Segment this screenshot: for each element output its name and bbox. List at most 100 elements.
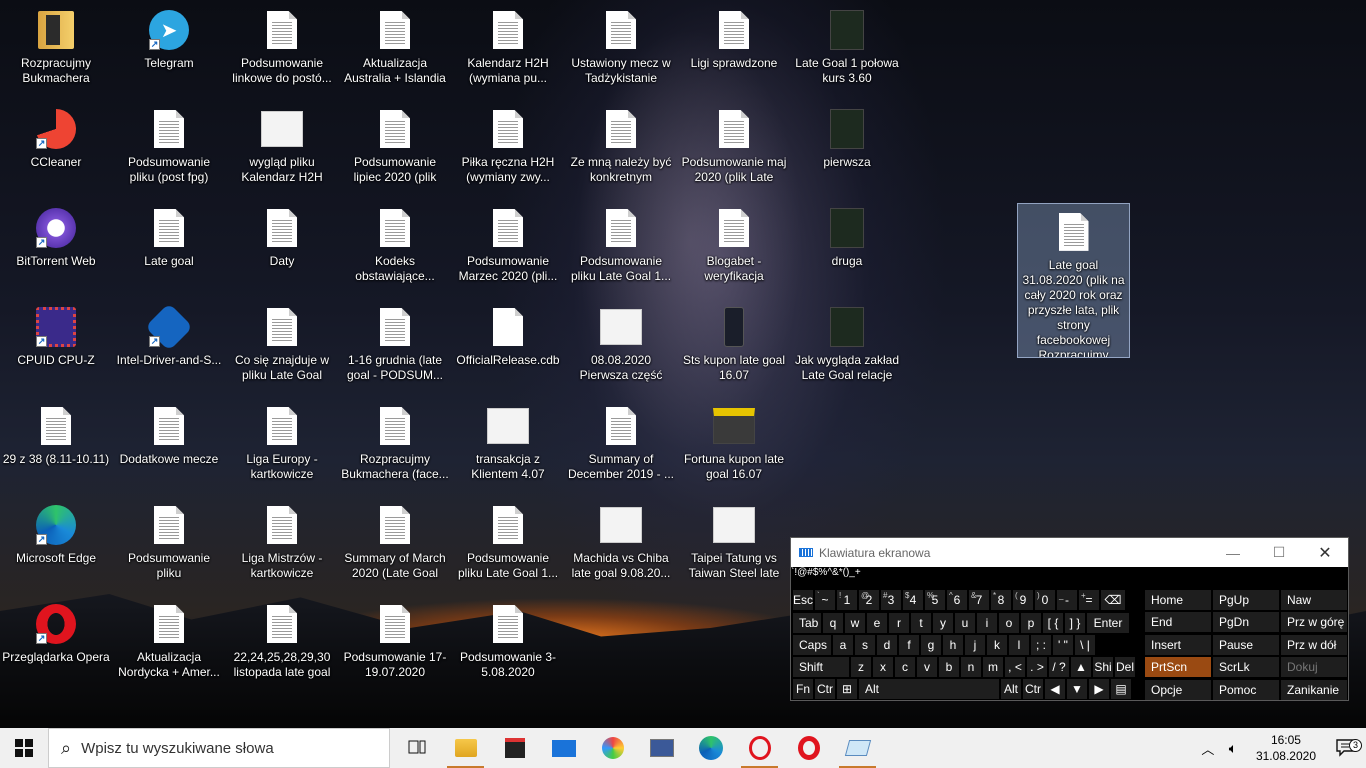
- desktop-icon[interactable]: Podsumowanie lipiec 2020 (plik La...: [340, 101, 450, 197]
- osk-key[interactable]: p: [1021, 613, 1041, 633]
- osk-key[interactable]: Enter: [1087, 613, 1129, 633]
- desktop-icon[interactable]: Ustawiony mecz w Tadżykistanie: [566, 2, 676, 98]
- osk-nav-key[interactable]: Dokuj: [1281, 657, 1347, 678]
- osk-nav-key[interactable]: Prz w dół: [1281, 634, 1347, 655]
- osk-key[interactable]: f: [899, 635, 919, 655]
- osk-key[interactable]: l: [1009, 635, 1029, 655]
- desktop-icon[interactable]: Ligi sprawdzone: [679, 2, 789, 98]
- desktop-icon[interactable]: 1-16 grudnia (late goal - PODSUM...: [340, 299, 450, 395]
- osk-key[interactable]: o: [999, 613, 1019, 633]
- osk-key[interactable]: 6 ^: [947, 590, 967, 610]
- osk-nav-key[interactable]: Pomoc: [1213, 679, 1279, 700]
- osk-key[interactable]: Tab: [793, 613, 821, 633]
- osk-key[interactable]: u: [955, 613, 975, 633]
- desktop-icon[interactable]: ↗ CPUID CPU-Z: [1, 299, 111, 395]
- osk-key[interactable]: Alt: [1001, 679, 1021, 699]
- desktop-icon[interactable]: Aktualizacja Australia + Islandia: [340, 2, 450, 98]
- desktop-icon[interactable]: Blogabet - weryfikacja: [679, 200, 789, 296]
- desktop-icon[interactable]: 29 z 38 (8.11-10.11): [1, 398, 111, 494]
- osk-key[interactable]: 8 *: [991, 590, 1011, 610]
- minimize-button[interactable]: —: [1210, 538, 1256, 567]
- osk-key[interactable]: Shi: [1093, 657, 1113, 677]
- desktop-icon[interactable]: Summary of December 2019 - ...: [566, 398, 676, 494]
- osk-key[interactable]: Del: [1115, 657, 1135, 677]
- osk-nav-key[interactable]: Home: [1145, 590, 1211, 610]
- osk-key[interactable]: v: [917, 657, 937, 677]
- taskbar-opera-gx-button[interactable]: [735, 728, 784, 768]
- osk-nav-key[interactable]: PgUp: [1213, 590, 1279, 610]
- osk-nav-key[interactable]: Naw: [1281, 590, 1347, 610]
- osk-key[interactable]: 7 &: [969, 590, 989, 610]
- osk-key[interactable]: = +: [1079, 590, 1099, 610]
- osk-key[interactable]: ◀: [1045, 679, 1065, 699]
- desktop-icon[interactable]: Podsumowanie linkowe do postó...: [227, 2, 337, 98]
- osk-key[interactable]: Fn: [793, 679, 813, 699]
- desktop-icon[interactable]: Aktualizacja Nordycka + Amer...: [114, 596, 224, 692]
- taskbar-task-view-button[interactable]: [392, 728, 441, 768]
- taskbar-osk-button[interactable]: [833, 728, 882, 768]
- speaker-icon[interactable]: 🔈︎: [1220, 740, 1246, 757]
- osk-key[interactable]: 2 @: [859, 590, 879, 610]
- osk-key[interactable]: 9(: [1013, 590, 1033, 610]
- osk-key[interactable]: \ |: [1075, 635, 1095, 655]
- desktop-icon[interactable]: Summary of March 2020 (Late Goal fil...: [340, 497, 450, 593]
- osk-key[interactable]: ▲: [1071, 657, 1091, 677]
- osk-key[interactable]: Caps: [793, 635, 831, 655]
- osk-key[interactable]: a: [833, 635, 853, 655]
- osk-key[interactable]: i: [977, 613, 997, 633]
- on-screen-keyboard-window[interactable]: Klawiatura ekranowa — ☐ ✕ `! @ # $% ^ & * () _ + E…: [790, 537, 1349, 701]
- osk-key[interactable]: - _: [1057, 590, 1077, 610]
- osk-key[interactable]: q: [823, 613, 843, 633]
- osk-key[interactable]: 5%: [925, 590, 945, 610]
- chevron-up-icon[interactable]: ︿: [1196, 739, 1220, 758]
- osk-key[interactable]: x: [873, 657, 893, 677]
- osk-key[interactable]: Ctr: [1023, 679, 1043, 699]
- osk-key[interactable]: 3 #: [881, 590, 901, 610]
- osk-key[interactable]: b: [939, 657, 959, 677]
- desktop-icon[interactable]: 08.08.2020 Pierwsza część dnia (Late ...: [566, 299, 676, 395]
- osk-key[interactable]: ' ": [1053, 635, 1073, 655]
- desktop-icon[interactable]: Podsumowanie maj 2020 (plik Late Go...: [679, 101, 789, 197]
- osk-key[interactable]: j: [965, 635, 985, 655]
- desktop-icon[interactable]: Podsumowanie pliku: [114, 497, 224, 593]
- taskbar-edge-button[interactable]: [686, 728, 735, 768]
- maximize-button[interactable]: ☐: [1256, 538, 1302, 567]
- taskbar-file-explorer-button[interactable]: [441, 728, 490, 768]
- osk-key[interactable]: k: [987, 635, 1007, 655]
- osk-key[interactable]: r: [889, 613, 909, 633]
- osk-key[interactable]: Esc: [793, 590, 813, 610]
- desktop-icon[interactable]: druga: [792, 200, 902, 296]
- osk-nav-key[interactable]: Prz w górę: [1281, 612, 1347, 633]
- osk-key[interactable]: ] }: [1065, 613, 1085, 633]
- osk-key[interactable]: [ {: [1043, 613, 1063, 633]
- desktop-icon[interactable]: Jak wygląda zakład Late Goal relacje: [792, 299, 902, 395]
- search-box[interactable]: ⌕ Wpisz tu wyszukiwane słowa: [48, 728, 390, 768]
- taskbar-app-button[interactable]: [637, 728, 686, 768]
- desktop-icon[interactable]: Podsumowanie pliku (post fpg): [114, 101, 224, 197]
- desktop-icon[interactable]: Piłka ręczna H2H (wymiany zwy...: [453, 101, 563, 197]
- taskbar-mail-button[interactable]: [539, 728, 588, 768]
- osk-key[interactable]: m: [983, 657, 1003, 677]
- osk-key[interactable]: ⊞: [837, 679, 857, 699]
- osk-key[interactable]: d: [877, 635, 897, 655]
- desktop-icon[interactable]: Podsumowanie Marzec 2020 (pli...: [453, 200, 563, 296]
- desktop-icon[interactable]: ↗ Intel-Driver-and-S...: [114, 299, 224, 395]
- osk-key[interactable]: ▤: [1111, 679, 1131, 699]
- osk-nav-key[interactable]: End: [1145, 612, 1211, 633]
- osk-titlebar[interactable]: Klawiatura ekranowa — ☐ ✕: [791, 538, 1348, 567]
- desktop-icon[interactable]: Dodatkowe mecze: [114, 398, 224, 494]
- osk-key[interactable]: g: [921, 635, 941, 655]
- desktop-icon[interactable]: Podsumowanie pliku Late Goal 1...: [453, 497, 563, 593]
- desktop-icon[interactable]: Late Goal 1 połowa kurs 3.60: [792, 2, 902, 98]
- osk-key[interactable]: 0): [1035, 590, 1055, 610]
- close-button[interactable]: ✕: [1302, 538, 1348, 567]
- osk-key[interactable]: Ctr: [815, 679, 835, 699]
- osk-key[interactable]: n: [961, 657, 981, 677]
- desktop-icon[interactable]: Late goal: [114, 200, 224, 296]
- desktop-icon-selected[interactable]: Late goal 31.08.2020 (plik na cały 2020 …: [1017, 203, 1130, 358]
- desktop-icon[interactable]: Podsumowanie 3-5.08.2020: [453, 596, 563, 692]
- desktop-icon[interactable]: ➤ ↗ Telegram: [114, 2, 224, 98]
- taskbar-opera-button[interactable]: [784, 728, 833, 768]
- desktop-icon[interactable]: ↗ Microsoft Edge: [1, 497, 111, 593]
- desktop-icon[interactable]: Liga Mistrzów - kartkowicze: [227, 497, 337, 593]
